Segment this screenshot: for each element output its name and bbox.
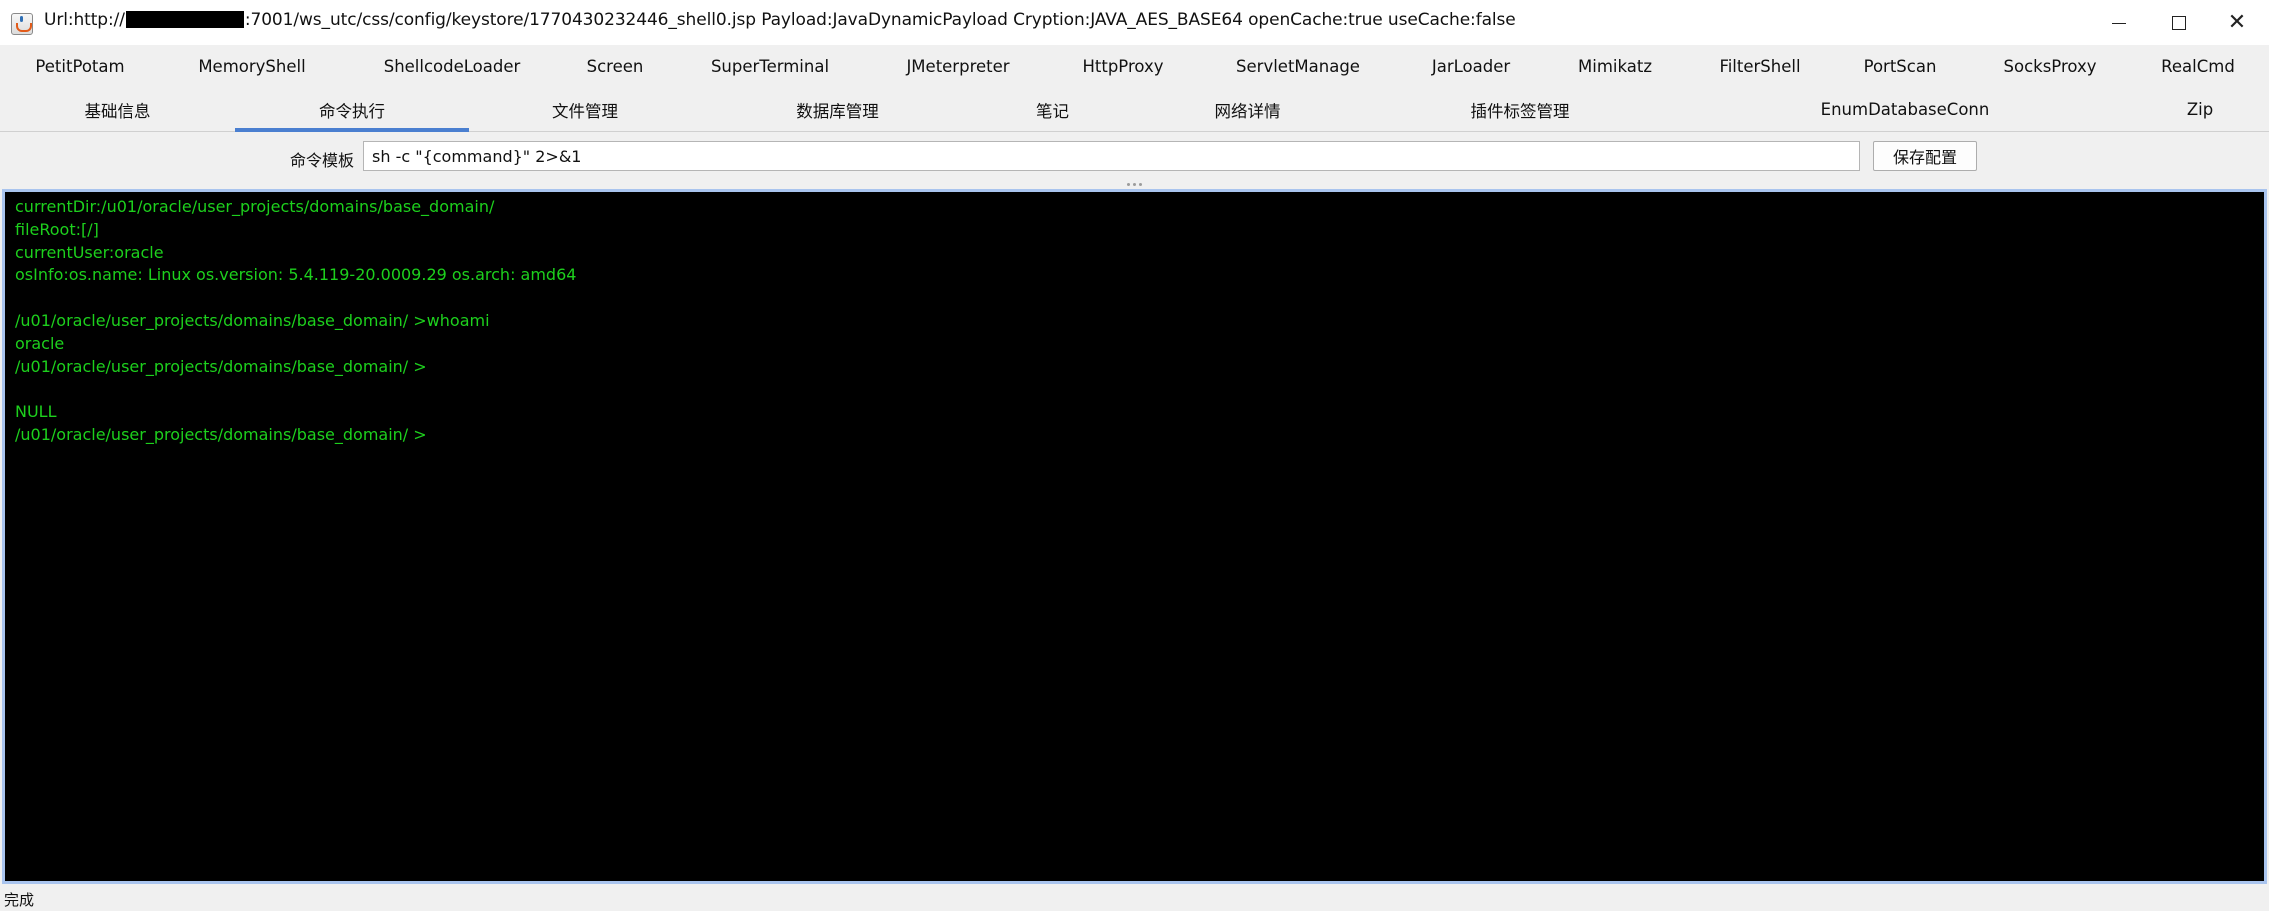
terminal-line: currentDir:/u01/oracle/user_projects/dom… [15,197,495,216]
tab-portscan[interactable]: PortScan [1830,45,1970,87]
save-config-button[interactable]: 保存配置 [1873,141,1977,171]
terminal-line: oracle [15,333,65,353]
window-title-prefix: Url:http:// [44,10,125,30]
app-window: Url:http:// :7001/ws_utc/css/config/keyst… [0,0,2269,911]
maximize-button[interactable] [2150,0,2208,46]
tab-jarloader[interactable]: JarLoader [1401,45,1541,87]
split-pane-divider[interactable] [0,180,2269,189]
terminal-line: currentUser:oracle [15,242,164,262]
terminal-line: /u01/oracle/user_projects/domains/base_d… [15,424,427,444]
tab-httpproxy[interactable]: HttpProxy [1053,45,1193,87]
tab-filtershell[interactable]: FilterShell [1690,45,1830,87]
redacted-host [125,11,244,28]
title-bar[interactable]: Url:http:// :7001/ws_utc/css/config/keyst… [0,0,2269,46]
window-title-suffix: :7001/ws_utc/css/config/keystore/1770430… [244,10,1516,30]
close-button[interactable]: ✕ [2208,0,2266,46]
tab-database-manager[interactable]: 数据库管理 [715,88,960,131]
main-tab-bar: 基础信息 命令执行 文件管理 数据库管理 笔记 网络详情 插件标签管理 Enum… [0,88,2269,132]
tab-socksproxy[interactable]: SocksProxy [1980,45,2120,87]
tab-petitpotam[interactable]: PetitPotam [0,45,160,87]
status-text: 完成 [4,891,35,909]
command-template-label: 命令模板 [290,151,355,170]
tab-notes[interactable]: 笔记 [960,88,1145,131]
command-template-bar: 命令模板 保存配置 [0,133,2269,185]
close-icon: ✕ [2227,10,2247,35]
window-title: Url:http:// :7001/ws_utc/css/config/keyst… [44,10,1516,30]
terminal-line: osInfo:os.name: Linux os.version: 5.4.11… [15,265,577,285]
java-app-icon [11,13,33,35]
tab-memoryshell[interactable]: MemoryShell [172,45,332,87]
tab-servletmanage[interactable]: ServletManage [1218,45,1378,87]
tab-screen[interactable]: Screen [545,45,685,87]
minimize-icon [2112,22,2126,24]
tab-network-details[interactable]: 网络详情 [1145,88,1350,131]
minimize-button[interactable] [2090,0,2148,46]
terminal-line: /u01/oracle/user_projects/domains/base_d… [15,356,427,376]
terminal-output[interactable]: currentDir:/u01/oracle/user_projects/dom… [2,189,2267,884]
command-template-input[interactable] [363,141,1860,171]
tab-plugin-tag-manager[interactable]: 插件标签管理 [1350,88,1690,131]
drag-handle-icon [1127,183,1142,186]
tab-jmeterpreter[interactable]: JMeterpreter [878,45,1038,87]
status-bar: 完成 [0,886,2269,911]
tab-command-exec[interactable]: 命令执行 [235,88,469,132]
plugin-tab-bar: PetitPotam MemoryShell ShellcodeLoader S… [0,45,2269,87]
tab-superterminal[interactable]: SuperTerminal [690,45,850,87]
terminal-line: NULL [15,402,57,422]
tab-mimikatz[interactable]: Mimikatz [1545,45,1685,87]
tab-enum-database-conn[interactable]: EnumDatabaseConn [1690,88,2120,131]
terminal-line: /u01/oracle/user_projects/domains/base_d… [15,310,490,330]
tab-shellcodeloader[interactable]: ShellcodeLoader [372,45,532,87]
tab-zip[interactable]: Zip [2150,88,2250,131]
tab-file-manager[interactable]: 文件管理 [470,88,700,131]
tab-realcmd[interactable]: RealCmd [2130,45,2266,87]
terminal-line: fileRoot:[/] [15,219,99,239]
maximize-icon [2172,16,2186,30]
tab-basic-info[interactable]: 基础信息 [0,88,235,131]
